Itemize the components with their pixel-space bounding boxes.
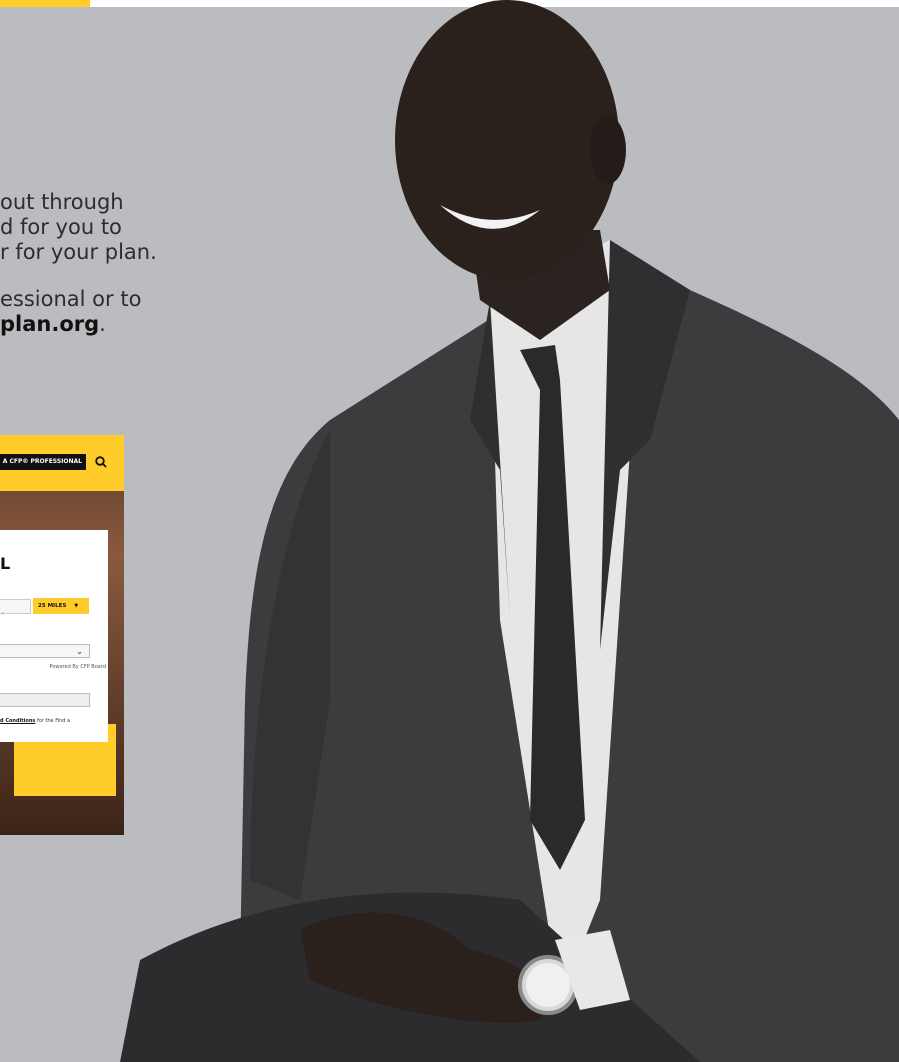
chevron-down-icon: ▼ <box>74 603 79 609</box>
paragraph-2-line-2: plan.org. <box>0 312 300 337</box>
man-in-suit-photo <box>120 0 899 1062</box>
mock-powered-by: Powered By CFP Board <box>49 664 107 670</box>
mock-card-heading: L <box>0 554 11 573</box>
mock-zip-value: r <box>2 611 5 617</box>
mock-radius-dropdown: 25 MILES ▼ <box>33 598 89 614</box>
mock-search-card: L r 25 MILES ▼ ⌄ d Conditions for the Fi… <box>0 530 108 742</box>
brochure-body-copy: out through d for you to r for your plan… <box>0 190 300 337</box>
paragraph-2-line-1: essional or to <box>0 287 142 311</box>
paragraph-1-line-1: out through <box>0 190 124 214</box>
search-icon <box>95 456 107 468</box>
mock-terms-text: d Conditions for the Find a <box>0 718 96 724</box>
mock-text-input <box>0 693 90 707</box>
period: . <box>99 312 106 336</box>
brochure-page: out through d for you to r for your plan… <box>0 0 899 1062</box>
mock-radius-label: 25 MILES <box>38 603 67 609</box>
mock-zip-input: r <box>0 599 31 617</box>
mock-site-header: A CFP® PROFESSIONAL <box>0 435 124 491</box>
paragraph-1-line-3: r for your plan. <box>0 240 157 264</box>
chevron-down-icon: ⌄ <box>76 647 83 656</box>
paragraph-1-line-2: d for you to <box>0 215 122 239</box>
mock-terms-link: d Conditions <box>0 718 36 724</box>
embedded-website-screenshot: A CFP® PROFESSIONAL L r 25 MILES ▼ ⌄ d C… <box>0 435 124 835</box>
mock-terms-suffix: for the Find a <box>35 718 71 724</box>
mock-find-professional-button: A CFP® PROFESSIONAL <box>0 454 86 470</box>
website-link[interactable]: plan.org <box>0 312 99 336</box>
mock-select-field: ⌄ <box>0 644 90 658</box>
